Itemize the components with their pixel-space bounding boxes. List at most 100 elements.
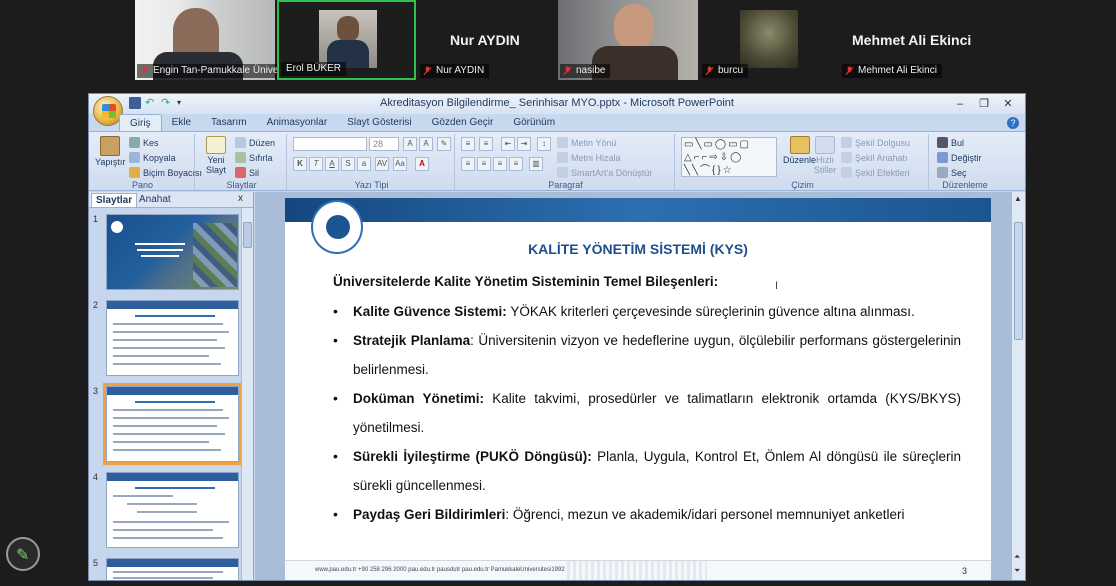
shrink-font-icon[interactable]: A (419, 137, 433, 151)
font-name-field[interactable] (293, 137, 367, 151)
shadow-icon[interactable]: a (357, 157, 371, 171)
find-button[interactable]: Bul (937, 137, 964, 148)
pane-scrollbar[interactable] (241, 208, 253, 580)
numbering-icon[interactable]: ≡ (479, 137, 493, 151)
slide-title[interactable]: KALİTE YÖNETİM SİSTEMİ (KYS) (285, 241, 991, 257)
tab-tasarim[interactable]: Tasarım (201, 114, 257, 132)
customize-qat-icon[interactable]: ▾ (177, 97, 189, 109)
slide-thumbnail-2[interactable] (106, 300, 239, 376)
bullet-list[interactable]: Kalite Güvence Sistemi: YÖKAK kriterleri… (329, 297, 961, 529)
font-color-icon[interactable]: A (415, 157, 429, 171)
profile-photo (319, 10, 377, 68)
copy-button[interactable]: Kopyala (129, 152, 176, 163)
align-center-icon[interactable]: ≡ (477, 157, 491, 171)
align-left-icon[interactable]: ≡ (461, 157, 475, 171)
tab-slayt-gosterisi[interactable]: Slayt Gösterisi (337, 114, 421, 132)
quick-styles-button[interactable]: Hızlı Stiller (811, 136, 839, 175)
save-icon[interactable] (129, 97, 141, 109)
bold-icon[interactable]: K (293, 157, 307, 171)
tab-anahat[interactable]: Anahat (135, 193, 175, 206)
slide-thumbnail-4[interactable] (106, 472, 239, 548)
shapes-gallery[interactable]: ▭╲▭◯▭▢ △⌐⌐⇨⇩◯ ╲╲⌒{}☆ (681, 137, 777, 177)
slide-subtitle[interactable]: Üniversitelerde Kalite Yönetim Sistemini… (333, 274, 718, 289)
help-icon[interactable]: ? (1007, 117, 1019, 129)
tab-gorunum[interactable]: Görünüm (503, 114, 565, 132)
shape-outline-button[interactable]: Şekil Anahatı (841, 152, 908, 163)
bullets-icon[interactable]: ≡ (461, 137, 475, 151)
columns-icon[interactable]: ▥ (529, 157, 543, 171)
line-spacing-icon[interactable]: ↕ (537, 137, 551, 151)
tab-slaytlar[interactable]: Slaytlar (91, 193, 138, 207)
reset-button[interactable]: Sıfırla (235, 152, 273, 163)
participant-tile-erol[interactable]: Erol BÜKER (277, 0, 416, 80)
ribbon: Yapıştır Kes Kopyala Biçim Boyacısı Pano… (89, 131, 1025, 191)
mic-muted-icon (705, 66, 714, 76)
redo-icon[interactable]: ↷ (161, 97, 173, 109)
slide-canvas[interactable]: KALİTE YÖNETİM SİSTEMİ (KYS) Üniversitel… (285, 198, 991, 580)
align-right-icon[interactable]: ≡ (493, 157, 507, 171)
slide-thumbnail-5[interactable] (106, 558, 239, 580)
new-slide-button[interactable]: Yeni Slayt (201, 136, 231, 175)
scroll-up-icon[interactable]: ▲ (1014, 194, 1022, 203)
italic-icon[interactable]: T (309, 157, 323, 171)
tab-ekle[interactable]: Ekle (162, 114, 201, 132)
layout-icon (235, 137, 246, 148)
align-text-button[interactable]: Metni Hizala (557, 152, 621, 163)
smartart-button[interactable]: SmartArt'a Dönüştür (557, 167, 652, 178)
tab-giris[interactable]: Giriş (119, 114, 162, 132)
scrollbar-thumb[interactable] (1014, 222, 1023, 340)
char-spacing-icon[interactable]: AV (375, 157, 389, 171)
layout-button[interactable]: Düzen (235, 137, 275, 148)
participant-tile-nasibe[interactable]: nasibe (558, 0, 698, 80)
replace-button[interactable]: Değiştir (937, 152, 982, 163)
bullet-heading: Doküman Yönetimi: (353, 391, 484, 406)
delete-slide-button[interactable]: Sil (235, 167, 259, 178)
decrease-indent-icon[interactable]: ⇤ (501, 137, 515, 151)
grow-font-icon[interactable]: A (403, 137, 417, 151)
group-label: Yazı Tipi (354, 180, 389, 190)
justify-icon[interactable]: ≡ (509, 157, 523, 171)
paste-label: Yapıştır (95, 157, 126, 167)
participant-nameplate: Nur AYDIN (420, 64, 490, 78)
increase-indent-icon[interactable]: ⇥ (517, 137, 531, 151)
text-direction-icon (557, 137, 568, 148)
bullet-text: YÖKAK kriterleri çerçevesinde süreçlerin… (506, 304, 915, 319)
font-size-field[interactable]: 28 (369, 137, 399, 151)
participant-nameplate: Engin Tan-Pamukkale Üniver... (137, 64, 277, 78)
group-paragraf: ≡ ≡ ⇤ ⇥ ↕ ≡ ≡ ≡ ≡ ▥ Metin Yönü Metni Hiz… (457, 134, 675, 190)
group-label: Düzenleme (942, 180, 988, 190)
tab-gozden-gecir[interactable]: Gözden Geçir (422, 114, 504, 132)
participant-tile-nur[interactable]: Nur AYDIN Nur AYDIN (418, 0, 556, 80)
profile-photo (740, 10, 798, 68)
underline-icon[interactable]: A (325, 157, 339, 171)
paste-button[interactable]: Yapıştır (95, 136, 125, 167)
format-painter-button[interactable]: Biçim Boyacısı (129, 167, 202, 178)
slide-thumbnail-1[interactable] (106, 214, 239, 290)
tab-animasyonlar[interactable]: Animasyonlar (257, 114, 338, 132)
minimize-button[interactable]: – (949, 96, 971, 112)
close-button[interactable]: ✕ (997, 96, 1019, 112)
undo-icon[interactable]: ↶ (145, 97, 157, 109)
next-slide-icon[interactable]: ⏷ (1014, 566, 1020, 576)
close-pane-icon[interactable]: x (238, 193, 243, 204)
select-button[interactable]: Seç (937, 167, 967, 178)
group-label: Pano (131, 180, 154, 190)
shape-fill-button[interactable]: Şekil Dolgusu (841, 137, 910, 148)
annotate-pen-button[interactable]: ✎ (6, 537, 40, 571)
cut-button[interactable]: Kes (129, 137, 159, 148)
prev-slide-icon[interactable]: ⏶ (1014, 552, 1020, 562)
clear-format-icon[interactable]: ✎ (437, 137, 451, 151)
scrollbar-thumb[interactable] (243, 222, 252, 248)
restore-button[interactable]: ❐ (973, 96, 995, 112)
participant-tile-mehmet[interactable]: Mehmet Ali Ekinci Mehmet Ali Ekinci (840, 0, 980, 80)
text-direction-button[interactable]: Metin Yönü (557, 137, 616, 148)
strikethrough-icon[interactable]: S (341, 157, 355, 171)
participant-tile-engin[interactable]: Engin Tan-Pamukkale Üniver... (135, 0, 277, 80)
change-case-icon[interactable]: Aa (393, 157, 407, 171)
shape-effects-button[interactable]: Şekil Efektleri (841, 167, 910, 178)
participant-tile-burcu[interactable]: burcu (700, 0, 838, 80)
group-slaytlar: Yeni Slayt Düzen Sıfırla Sil Slaytlar (197, 134, 287, 190)
vertical-scrollbar[interactable]: ▲ ⏶ ⏷ (1011, 192, 1025, 580)
building-illustration (567, 561, 707, 580)
slide-thumbnail-3[interactable] (103, 383, 242, 465)
